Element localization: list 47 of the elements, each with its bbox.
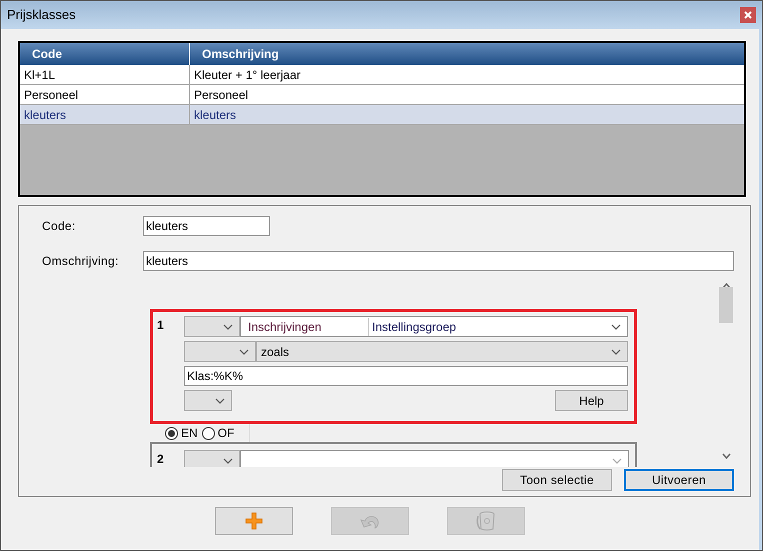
- scroll-up-icon: [722, 283, 730, 289]
- column-header[interactable]: Omschrijving: [190, 43, 744, 65]
- operator-dropdown[interactable]: zoals: [256, 341, 628, 362]
- table-cell-text: Kleuter + 1° leerjaar: [193, 66, 302, 84]
- plus-icon: [244, 511, 264, 531]
- table-cell-text: kleuters: [193, 106, 238, 124]
- radio-button[interactable]: [165, 426, 178, 440]
- field-dropdown[interactable]: Inschrijvingen Instellingsgroep: [240, 316, 628, 337]
- caret-icon: [215, 398, 225, 404]
- table-cell: Personeel: [20, 85, 190, 104]
- dropdown[interactable]: [184, 390, 232, 411]
- caret-icon: [223, 324, 233, 330]
- caret-icon: [611, 348, 621, 354]
- field-dropdown[interactable]: [240, 450, 629, 467]
- value-field[interactable]: Klas:%K%: [184, 366, 628, 386]
- radio-option[interactable]: OF: [202, 424, 234, 442]
- text-field[interactable]: kleuters: [143, 251, 734, 271]
- radio-button[interactable]: [202, 426, 215, 440]
- dropdown[interactable]: [184, 341, 256, 362]
- table-cell: kleuters: [20, 105, 190, 124]
- condition-number: 2: [157, 451, 165, 467]
- radio-option[interactable]: EN: [165, 424, 198, 442]
- action-button[interactable]: Uitvoeren: [624, 469, 734, 491]
- text-field[interactable]: kleuters: [143, 216, 270, 236]
- caret-icon: [239, 348, 249, 354]
- caret-icon: [611, 324, 621, 330]
- table-cell: Kl+1L: [20, 65, 190, 84]
- table-row[interactable]: kleuters kleuters: [20, 105, 744, 125]
- dropdown[interactable]: [184, 316, 240, 337]
- caret-icon: [612, 458, 622, 464]
- action-button[interactable]: Toon selectie: [502, 469, 612, 491]
- field-label: Code:: [42, 218, 77, 235]
- field-label: Omschrijving:: [42, 253, 120, 270]
- table-row[interactable]: Personeel Personeel: [20, 85, 744, 105]
- trash-can-icon: [475, 510, 497, 532]
- scroll-thumb[interactable]: [719, 287, 733, 323]
- condition-number: 1: [157, 317, 165, 334]
- help-button[interactable]: Help: [555, 390, 628, 411]
- close-icon: [744, 11, 752, 19]
- table-row[interactable]: Kl+1L Kleuter + 1° leerjaar: [20, 65, 744, 85]
- toolbar-button[interactable]: [215, 507, 293, 535]
- table-cell-text: Personeel: [193, 86, 250, 104]
- caret-icon: [223, 458, 233, 464]
- close-button[interactable]: [740, 7, 756, 23]
- dropdown[interactable]: [184, 450, 240, 467]
- window-title: Prijsklasses: [7, 6, 76, 24]
- scroll-down-icon: [722, 453, 730, 459]
